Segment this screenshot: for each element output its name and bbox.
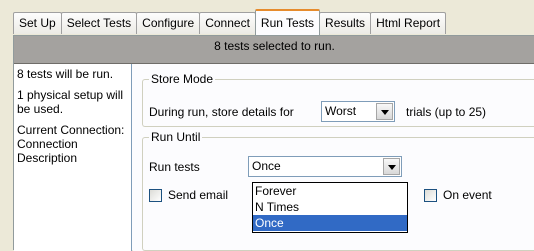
tab-connect[interactable]: Connect	[199, 12, 256, 34]
on-event-checkbox[interactable]	[424, 189, 437, 202]
store-details-label: During run, store details for	[149, 105, 294, 119]
run-tests-dropdown-list: Forever N Times Once	[252, 182, 408, 233]
chevron-down-icon[interactable]	[383, 158, 400, 175]
status-banner: 8 tests selected to run.	[14, 36, 534, 64]
chevron-down-icon[interactable]	[376, 103, 393, 120]
tab-set-up[interactable]: Set Up	[13, 12, 62, 34]
store-mode-value: Worst	[325, 104, 357, 118]
option-n-times[interactable]: N Times	[253, 199, 407, 215]
on-event-label: On event	[443, 188, 492, 202]
send-email-checkbox[interactable]	[149, 189, 162, 202]
tab-html-report[interactable]: Html Report	[370, 12, 447, 34]
tab-select-tests[interactable]: Select Tests	[60, 12, 138, 34]
run-tests-label: Run tests	[149, 160, 200, 174]
run-until-legend: Run Until	[151, 130, 201, 144]
store-mode-select[interactable]: Worst	[321, 101, 395, 122]
store-mode-group: Store Mode During run, store details for…	[142, 72, 534, 127]
tab-results[interactable]: Results	[319, 12, 372, 34]
tab-configure[interactable]: Configure	[136, 12, 201, 34]
store-mode-legend: Store Mode	[151, 72, 214, 86]
summary-sidebar: 8 tests will be run. 1 physical setup wi…	[14, 64, 132, 251]
summary-setup: 1 physical setup will be used.	[17, 88, 124, 116]
summary-tests: 8 tests will be run.	[17, 67, 114, 81]
run-tests-select[interactable]: Once	[248, 156, 402, 177]
send-email-label: Send email	[168, 188, 229, 202]
trials-label: trials (up to 25)	[406, 105, 487, 119]
option-once[interactable]: Once	[253, 215, 407, 231]
banner-text: 8 tests selected to run.	[214, 39, 335, 53]
tab-bar: Set Up Select Tests Configure Connect Ru…	[13, 9, 447, 35]
run-tests-value: Once	[252, 159, 281, 173]
summary-connection: Current Connection: Connection Descripti…	[17, 123, 125, 165]
tab-run-tests[interactable]: Run Tests	[254, 9, 321, 35]
option-forever[interactable]: Forever	[253, 183, 407, 199]
